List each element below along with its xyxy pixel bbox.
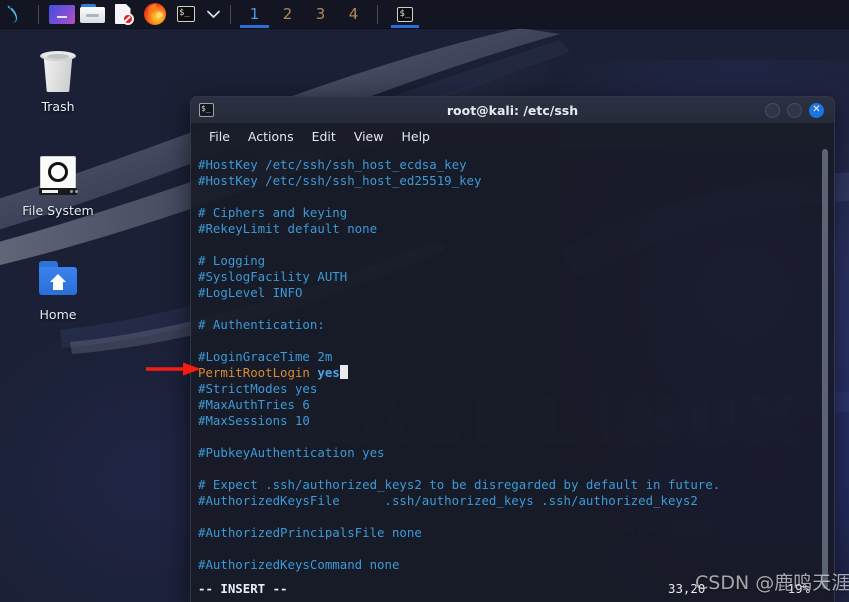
drive-icon	[36, 152, 80, 198]
workspace-3[interactable]: 3	[304, 0, 337, 28]
cursor-position: 33,20	[668, 581, 706, 596]
terminal-icon	[397, 6, 413, 22]
config-key: PermitRootLogin	[198, 365, 318, 380]
menu-view[interactable]: View	[346, 126, 392, 147]
close-button[interactable]: ✕	[809, 102, 824, 118]
editor-line: #AuthorizedKeysFile .ssh/authorized_keys…	[198, 493, 698, 508]
launcher-text-editor[interactable]	[110, 3, 137, 25]
menu-file[interactable]: File	[201, 126, 238, 147]
panel-separator	[230, 4, 231, 24]
editor-line: #LogLevel INFO	[198, 285, 303, 300]
desktop-icon-home[interactable]: Home	[3, 260, 113, 322]
config-value: yes	[317, 365, 340, 380]
editor-line: #PubkeyAuthentication yes	[198, 445, 385, 460]
panel-separator	[38, 4, 39, 24]
desktop-icon-label: File System	[22, 203, 94, 218]
editor-line: #RekeyLimit default none	[198, 221, 378, 236]
editor-line: #SyslogFacility AUTH	[198, 269, 348, 284]
desktop-icon-label: Trash	[41, 99, 75, 114]
launcher-terminal-emulator[interactable]	[48, 3, 75, 25]
scroll-percent: 19%	[787, 581, 810, 596]
menu-help[interactable]: Help	[393, 126, 438, 147]
launcher-firefox[interactable]	[141, 3, 168, 25]
workspace-switcher[interactable]: 1 2 3 4	[238, 0, 370, 28]
launcher-terminal[interactable]	[172, 3, 199, 25]
editor-line: #AuthorizedKeysCommand none	[198, 557, 400, 572]
home-folder-icon	[34, 260, 82, 302]
terminal-text-area[interactable]: #HostKey /etc/ssh/ssh_host_ecdsa_key #Hos…	[191, 149, 834, 601]
launcher-file-manager[interactable]	[79, 3, 106, 25]
vim-mode-indicator: -- INSERT --	[198, 581, 288, 596]
editor-line: #HostKey /etc/ssh/ssh_host_ecdsa_key	[198, 157, 467, 172]
menu-edit[interactable]: Edit	[304, 126, 344, 147]
desktop: KALI LINUX the quieter you become, the m…	[0, 0, 849, 602]
window-controls[interactable]: ✕	[765, 102, 834, 118]
desktop-icon-label: Home	[39, 307, 77, 322]
scrollbar-thumb[interactable]	[822, 149, 828, 589]
editor-line: # Ciphers and keying	[198, 205, 348, 220]
kali-dragon-logo-icon[interactable]	[1, 0, 31, 28]
top-panel: 1 2 3 4	[0, 0, 849, 28]
editor-line: #MaxSessions 10	[198, 413, 310, 428]
panel-separator	[377, 4, 378, 24]
terminal-icon	[176, 6, 195, 22]
editor-lines: #HostKey /etc/ssh/ssh_host_ecdsa_key #Hos…	[198, 157, 834, 573]
maximize-button[interactable]	[787, 102, 802, 118]
menu-actions[interactable]: Actions	[240, 126, 302, 147]
editor-line: # Expect .ssh/authorized_keys2 to be dis…	[198, 477, 721, 492]
editor-line: # Logging	[198, 253, 266, 268]
editor-line: # Authentication:	[198, 317, 325, 332]
text-cursor	[339, 365, 348, 379]
chevron-down-icon[interactable]	[203, 3, 223, 25]
workspace-4[interactable]: 4	[337, 0, 370, 28]
minimize-button[interactable]	[765, 102, 780, 118]
editor-line: #StrictModes yes	[198, 381, 318, 396]
terminal-window[interactable]: root@kali: /etc/ssh ✕ File Actions Edit …	[190, 96, 835, 602]
terminal-title-bar[interactable]: root@kali: /etc/ssh ✕	[191, 97, 834, 123]
window-title: root@kali: /etc/ssh	[446, 102, 579, 118]
editor-line: PermitRootLogin yes	[198, 365, 834, 381]
terminal-menu-bar[interactable]: File Actions Edit View Help	[191, 123, 834, 149]
task-button-terminal[interactable]	[389, 0, 421, 28]
terminal-scrollbar[interactable]	[819, 149, 832, 601]
trash-icon	[36, 48, 80, 94]
workspace-2[interactable]: 2	[271, 0, 304, 28]
editor-line: #MaxAuthTries 6	[198, 397, 310, 412]
desktop-icon-trash[interactable]: Trash	[3, 48, 113, 114]
desktop-icon-file-system[interactable]: File System	[3, 152, 113, 218]
editor-line: #AuthorizedPrincipalsFile none	[198, 525, 422, 540]
terminal-icon	[199, 102, 214, 117]
editor-line: #HostKey /etc/ssh/ssh_host_ed25519_key	[198, 173, 482, 188]
vim-status-line: -- INSERT -- 33,20 19%	[198, 581, 816, 597]
editor-line: #LoginGraceTime 2m	[198, 349, 333, 364]
workspace-1[interactable]: 1	[238, 0, 271, 28]
